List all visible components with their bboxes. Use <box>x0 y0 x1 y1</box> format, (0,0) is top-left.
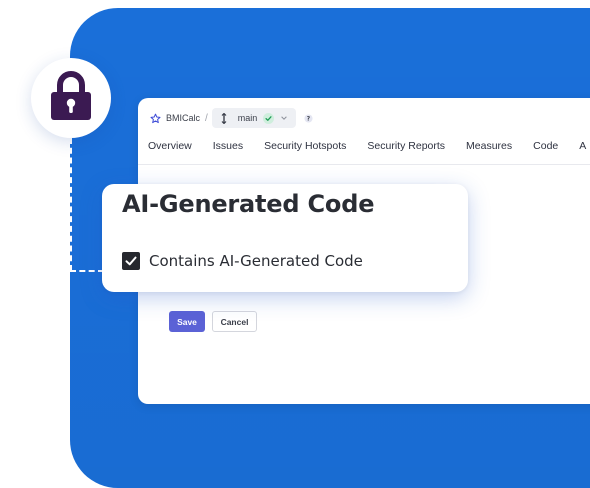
nav-item-security-reports[interactable]: Security Reports <box>367 140 445 152</box>
check-icon <box>263 112 275 124</box>
branch-name: main <box>237 113 258 123</box>
project-name-link[interactable]: BMICalc <box>166 113 200 123</box>
lock-badge <box>31 58 111 138</box>
branch-selector[interactable]: main <box>211 108 297 128</box>
nav-item-issues[interactable]: Issues <box>213 140 243 152</box>
nav-item-security-hotspots[interactable]: Security Hotspots <box>264 140 346 152</box>
nav-item-overview[interactable]: Overview <box>148 140 192 152</box>
lock-icon <box>50 70 92 126</box>
project-navbar: Overview Issues Security Hotspots Securi… <box>148 136 590 156</box>
nav-item-measures[interactable]: Measures <box>466 140 512 152</box>
stage: BMICalc / main ? Overview Issues Securit… <box>0 0 590 488</box>
cancel-button[interactable]: Cancel <box>212 311 257 332</box>
nav-item-truncated[interactable]: A <box>579 140 586 152</box>
nav-item-code[interactable]: Code <box>533 140 558 152</box>
save-button[interactable]: Save <box>169 311 205 332</box>
breadcrumb-separator: / <box>205 112 208 124</box>
callout-title: AI-Generated Code <box>122 190 375 218</box>
ai-generated-code-callout: AI-Generated Code Contains AI-Generated … <box>102 184 468 292</box>
connector-dashed-line-horizontal <box>70 270 104 272</box>
connector-dashed-line-vertical <box>70 138 72 271</box>
checkbox-label: Contains AI-Generated Code <box>149 252 363 270</box>
project-topbar: BMICalc / main ? <box>138 98 590 138</box>
ai-generated-checkbox-row[interactable]: Contains AI-Generated Code <box>122 252 363 270</box>
help-icon[interactable]: ? <box>304 113 313 123</box>
nav-divider <box>138 164 590 165</box>
chevron-down-icon[interactable] <box>280 114 288 122</box>
checkbox-checked-icon[interactable] <box>122 252 140 270</box>
branch-icon <box>220 112 228 124</box>
star-icon[interactable] <box>150 113 161 124</box>
